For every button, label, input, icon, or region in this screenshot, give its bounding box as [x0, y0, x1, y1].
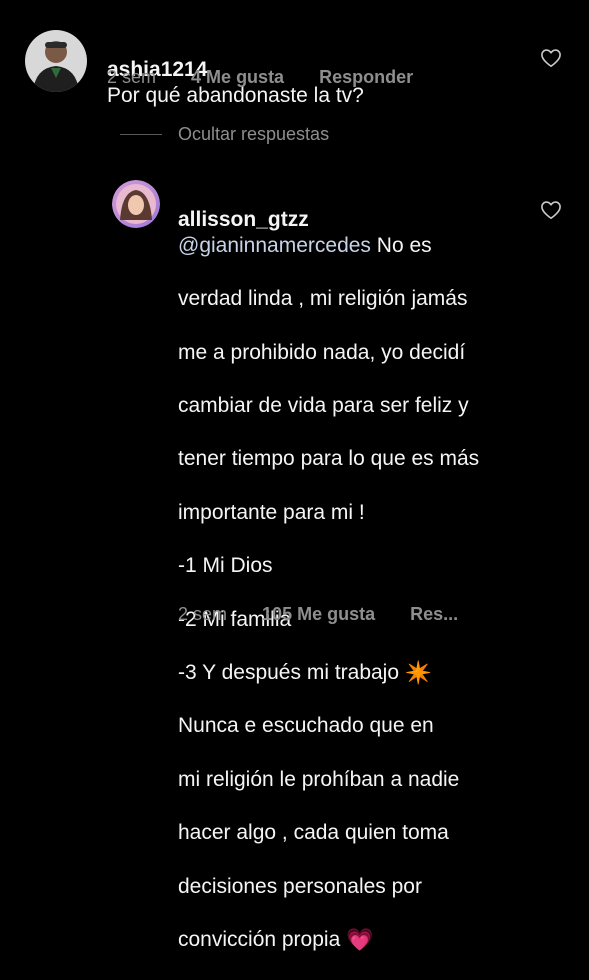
reply-line-4: cambiar de vida para ser feliz y — [178, 393, 469, 417]
user-photo-icon — [112, 180, 160, 228]
reply-mention[interactable]: @gianinnamercedes — [178, 234, 371, 257]
user-photo-icon — [25, 30, 87, 92]
reply-button[interactable]: Responder — [319, 67, 413, 87]
reply-line-5: tener tiempo para lo que es más — [178, 447, 480, 471]
pink-heart-icon: 💗 — [346, 926, 374, 952]
replies-divider — [120, 134, 162, 135]
comment-meta: 2 sem 4 Me gusta Responder — [107, 67, 413, 88]
reply-time: 2 sem — [178, 604, 228, 624]
comment-likes[interactable]: 4 Me gusta — [191, 67, 284, 87]
reply-line-10: Nunca e escuchado que en — [178, 714, 434, 738]
reply-line-9: -3 Y después mi trabajo ✴️ — [178, 659, 433, 685]
reply-likes[interactable]: 105 Me gusta — [262, 604, 375, 624]
reply-line-1: @gianinnamercedes No es — [178, 233, 432, 257]
like-heart-icon[interactable] — [540, 48, 562, 68]
comment-time: 2 sem — [107, 67, 157, 87]
reply-line-2: verdad linda , mi religión jamás — [178, 287, 468, 311]
reply-line-11: mi religión le prohíban a nadie — [178, 767, 460, 791]
reply-line-12: hacer algo , cada quien toma — [178, 821, 449, 845]
reply-line-3: me a prohibido nada, yo decidí — [178, 340, 466, 364]
reply-body: @gianinnamercedes No es verdad linda , m… — [178, 206, 538, 980]
reply-like-heart-icon[interactable] — [540, 200, 562, 220]
reply-line-6: importante para mi ! — [178, 500, 365, 524]
avatar-allisson[interactable] — [112, 180, 160, 228]
reply-reply-button[interactable]: Res... — [410, 604, 458, 624]
reply-line-7: -1 Mi Dios — [178, 554, 273, 578]
hide-replies-button[interactable]: Ocultar respuestas — [178, 124, 329, 145]
sparkle-icon: ✴️ — [404, 659, 433, 685]
reply-meta: 2 sem 105 Me gusta Res... — [178, 604, 458, 625]
reply-line-13: decisiones personales por — [178, 874, 422, 898]
reply-line-14: convicción propia 💗 — [178, 926, 374, 952]
avatar-ashia1214[interactable] — [25, 30, 87, 92]
